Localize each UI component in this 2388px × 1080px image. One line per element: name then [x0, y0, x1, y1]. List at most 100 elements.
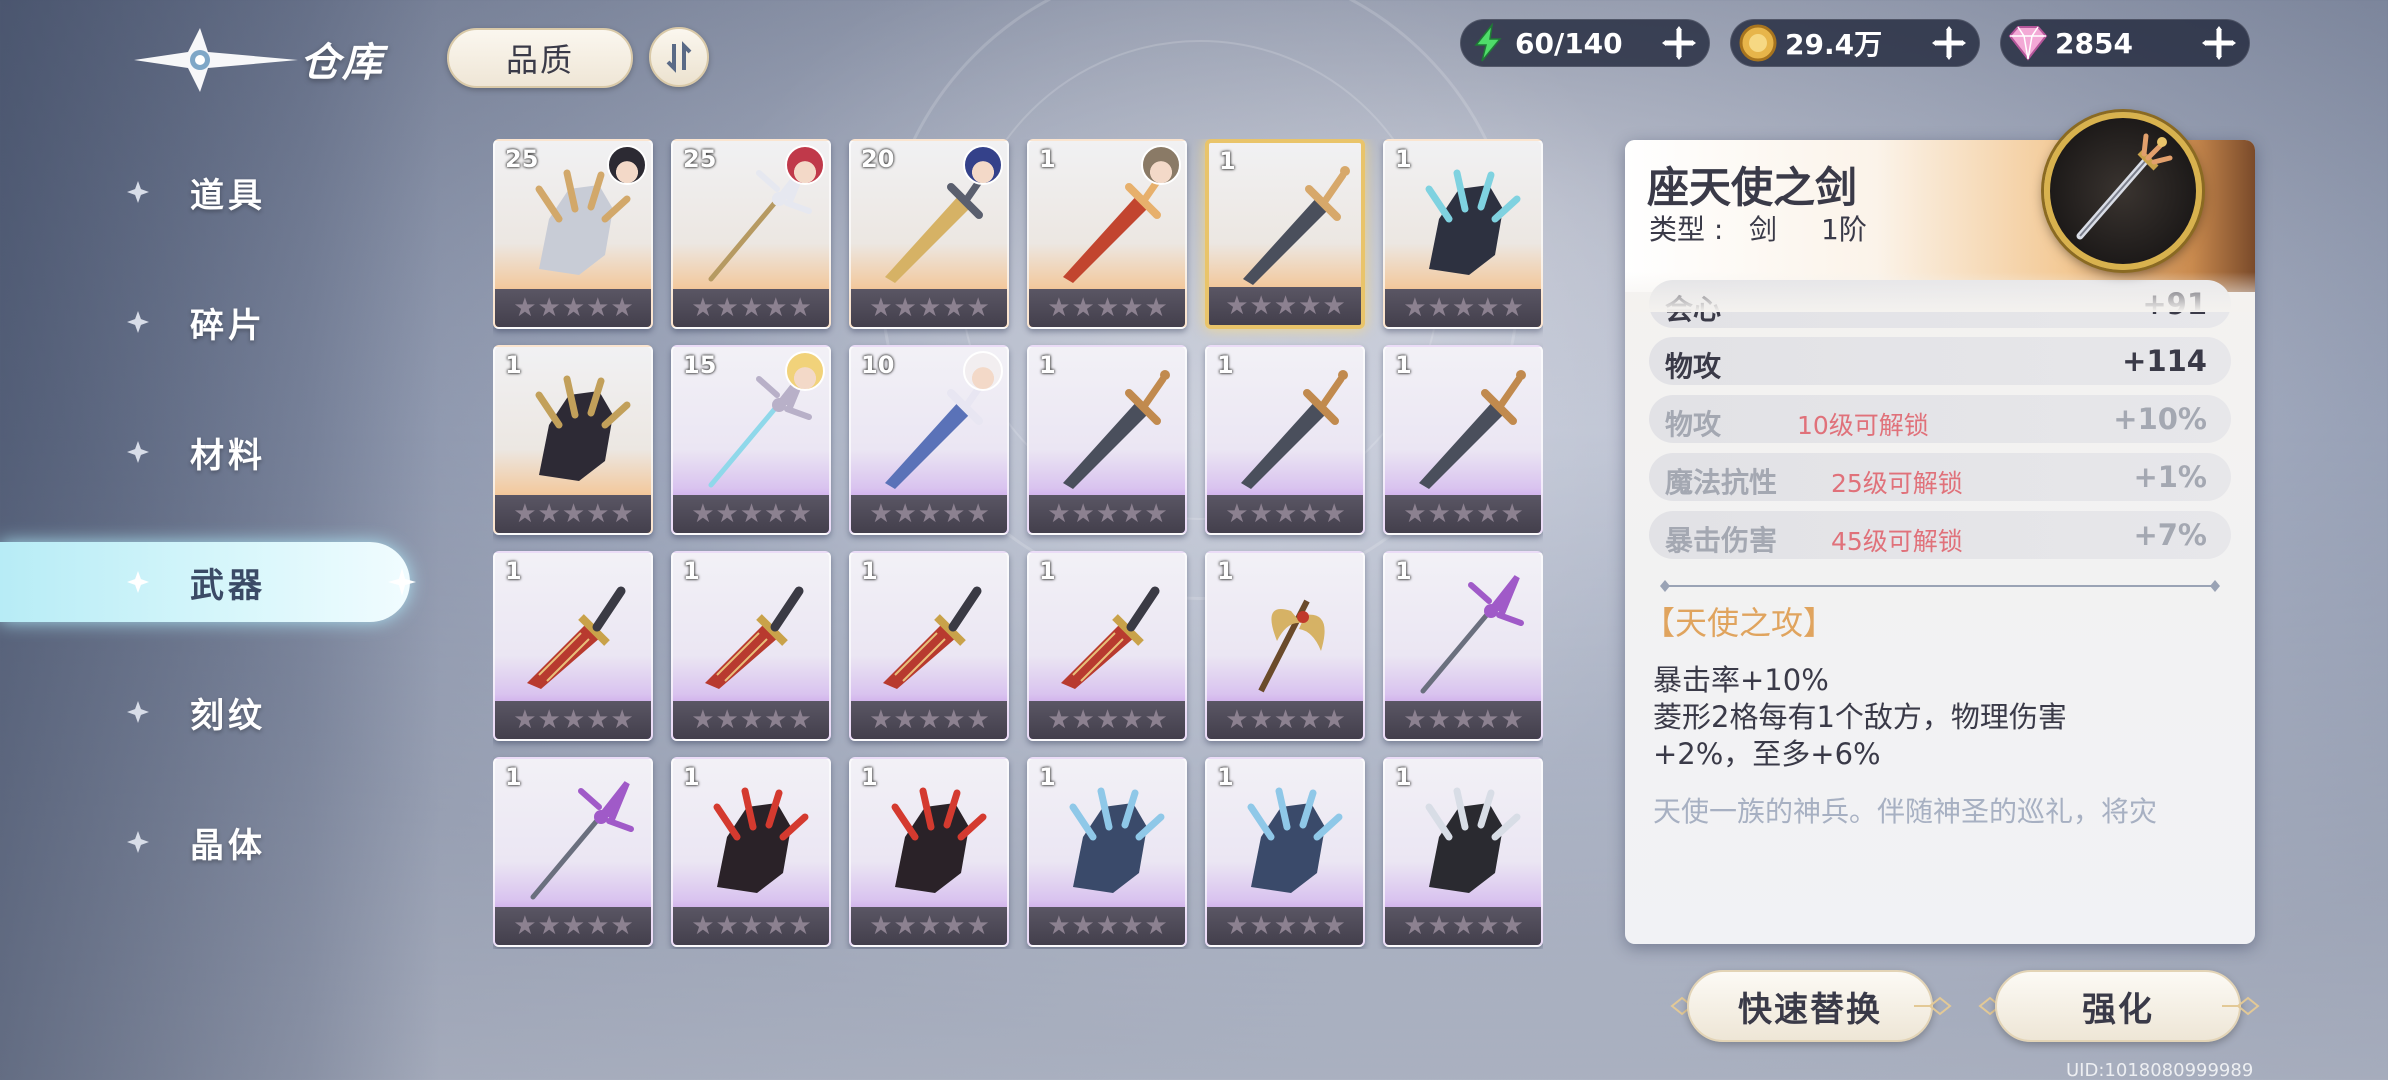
diamond-value: 2854: [2055, 26, 2133, 60]
star-rating: ★ ★ ★ ★ ★: [1029, 701, 1185, 739]
item-count: 1: [1217, 557, 1234, 585]
item-name: 座天使之剑: [1647, 163, 1858, 212]
weapon-card[interactable]: 1 ★ ★ ★ ★ ★: [1205, 551, 1365, 741]
item-type-value: 剑: [1749, 213, 1778, 246]
star-icon: ★: [788, 499, 811, 529]
star-icon: ★: [1500, 293, 1523, 323]
star-icon: ★: [715, 293, 739, 323]
weapon-card[interactable]: 1 ★ ★ ★ ★ ★: [1383, 345, 1543, 535]
sidebar-item-fragments[interactable]: 碎片: [0, 282, 410, 362]
weapon-grid[interactable]: 25 ★ ★ ★ ★ ★ 25 ★ ★ ★ ★ ★ 20 ★ ★ ★ ★ ★ 1 ★ ★ ★ ★ ★ 1 ★ ★ ★ ★ ★ 1 ★ ★ ★ ★ ★ 1…: [493, 139, 1543, 949]
diamond-bullet-icon: [127, 181, 149, 203]
weapon-card[interactable]: 1 ★ ★ ★ ★ ★: [1383, 757, 1543, 947]
sidebar-item-items[interactable]: 道具: [0, 152, 410, 232]
weapon-card[interactable]: 1 ★ ★ ★ ★ ★: [1205, 139, 1365, 329]
star-icon: ★: [561, 705, 585, 735]
weapon-card[interactable]: 15 ★ ★ ★ ★ ★: [671, 345, 831, 535]
star-rating: ★ ★ ★ ★ ★: [1209, 287, 1361, 325]
weapon-card[interactable]: 1 ★ ★ ★ ★ ★: [1205, 757, 1365, 947]
weapon-card[interactable]: 1 ★ ★ ★ ★ ★: [1383, 139, 1543, 329]
divider: [1660, 580, 2220, 592]
weapon-card[interactable]: 1 ★ ★ ★ ★ ★: [493, 345, 653, 535]
star-icon: ★: [1476, 293, 1499, 323]
sidebar-item-weapons[interactable]: 武器: [0, 542, 416, 622]
star-rating: ★ ★ ★ ★ ★: [495, 907, 651, 945]
diamond-icon: [2005, 20, 2051, 66]
weapon-card[interactable]: 1 ★ ★ ★ ★ ★: [671, 757, 831, 947]
add-gold-button[interactable]: [1929, 23, 1969, 63]
sort-order-button[interactable]: [649, 27, 709, 87]
diamond-counter: 2854: [2000, 19, 2250, 67]
weapon-card[interactable]: 1 ★ ★ ★ ★ ★: [849, 551, 1009, 741]
star-icon: ★: [788, 705, 811, 735]
star-icon: ★: [1249, 291, 1273, 321]
weapon-card[interactable]: 1 ★ ★ ★ ★ ★: [1027, 139, 1187, 329]
item-tier: 1阶: [1821, 213, 1867, 246]
weapon-card[interactable]: 1 ★ ★ ★ ★ ★: [1383, 551, 1543, 741]
add-diamond-button[interactable]: [2199, 23, 2239, 63]
ice-gauntlet-icon: [1069, 787, 1165, 893]
star-rating: ★ ★ ★ ★ ★: [1207, 495, 1363, 533]
weapon-card[interactable]: 1 ★ ★ ★ ★ ★: [849, 757, 1009, 947]
star-rating: ★ ★ ★ ★ ★: [495, 289, 651, 327]
star-icon: ★: [917, 499, 941, 529]
item-count: 1: [861, 557, 878, 585]
purple-spear-icon: [530, 781, 634, 900]
stat-row: 魔法抗性 25级可解锁 +1%: [1649, 453, 2231, 501]
star-icon: ★: [1095, 911, 1119, 941]
item-count: 1: [683, 557, 700, 585]
weapon-card[interactable]: 1 ★ ★ ★ ★ ★: [1027, 757, 1187, 947]
weapon-card[interactable]: 25 ★ ★ ★ ★ ★: [493, 139, 653, 329]
star-icon: ★: [715, 911, 739, 941]
star-icon: ★: [586, 911, 609, 941]
weapon-card[interactable]: 1 ★ ★ ★ ★ ★: [1027, 551, 1187, 741]
weapon-card[interactable]: 1 ★ ★ ★ ★ ★: [671, 551, 831, 741]
star-icon: ★: [1225, 705, 1248, 735]
item-count: 20: [861, 145, 895, 173]
weapon-card[interactable]: 1 ★ ★ ★ ★ ★: [493, 551, 653, 741]
ornament-icon: [2222, 996, 2260, 1016]
star-icon: ★: [869, 705, 892, 735]
item-type-label: 类型 :: [1649, 213, 1724, 246]
sort-order-icon: [666, 41, 692, 73]
star-icon: ★: [1451, 293, 1475, 323]
sidebar-item-label: 武器: [190, 566, 266, 606]
add-stamina-button[interactable]: [1659, 23, 1699, 63]
star-icon: ★: [1144, 293, 1167, 323]
back-logo-icon[interactable]: [128, 22, 298, 98]
diamond-bullet-icon: [127, 311, 149, 333]
weapon-card[interactable]: 1 ★ ★ ★ ★ ★: [1027, 345, 1187, 535]
star-icon: ★: [610, 293, 633, 323]
weapon-card[interactable]: 10 ★ ★ ★ ★ ★: [849, 345, 1009, 535]
star-icon: ★: [739, 293, 763, 323]
weapon-card[interactable]: 20 ★ ★ ★ ★ ★: [849, 139, 1009, 329]
weapon-card[interactable]: 25 ★ ★ ★ ★ ★: [671, 139, 831, 329]
skill-description: 暴击率+10% 菱形2格每有1个敌方，物理伤害 +2%，至多+6%: [1653, 662, 2213, 773]
enhance-button[interactable]: 强化: [1995, 970, 2241, 1042]
quick-replace-button[interactable]: 快速替换: [1687, 970, 1933, 1042]
star-icon: ★: [513, 499, 536, 529]
star-icon: ★: [1225, 911, 1248, 941]
star-icon: ★: [513, 705, 536, 735]
item-count: 1: [1039, 351, 1056, 379]
star-icon: ★: [764, 499, 787, 529]
star-rating: ★ ★ ★ ★ ★: [495, 701, 651, 739]
star-icon: ★: [1427, 499, 1451, 529]
weapon-card[interactable]: 1 ★ ★ ★ ★ ★: [493, 757, 653, 947]
star-icon: ★: [1249, 705, 1273, 735]
star-icon: ★: [942, 705, 965, 735]
star-icon: ★: [1322, 705, 1345, 735]
sidebar-item-engravings[interactable]: 刻纹: [0, 672, 410, 752]
skill-line: 暴击率+10%: [1653, 663, 1829, 697]
star-icon: ★: [610, 911, 633, 941]
star-rating: ★ ★ ★ ★ ★: [1385, 701, 1541, 739]
lightning-icon: [1465, 20, 1511, 66]
sidebar-item-materials[interactable]: 材料: [0, 412, 410, 492]
sidebar-item-crystals[interactable]: 晶体: [0, 802, 410, 882]
star-icon: ★: [1476, 705, 1499, 735]
star-icon: ★: [1273, 911, 1297, 941]
weapon-card[interactable]: 1 ★ ★ ★ ★ ★: [1205, 345, 1365, 535]
quality-filter-button[interactable]: 品质: [447, 28, 633, 88]
star-icon: ★: [715, 705, 739, 735]
item-count: 25: [683, 145, 717, 173]
